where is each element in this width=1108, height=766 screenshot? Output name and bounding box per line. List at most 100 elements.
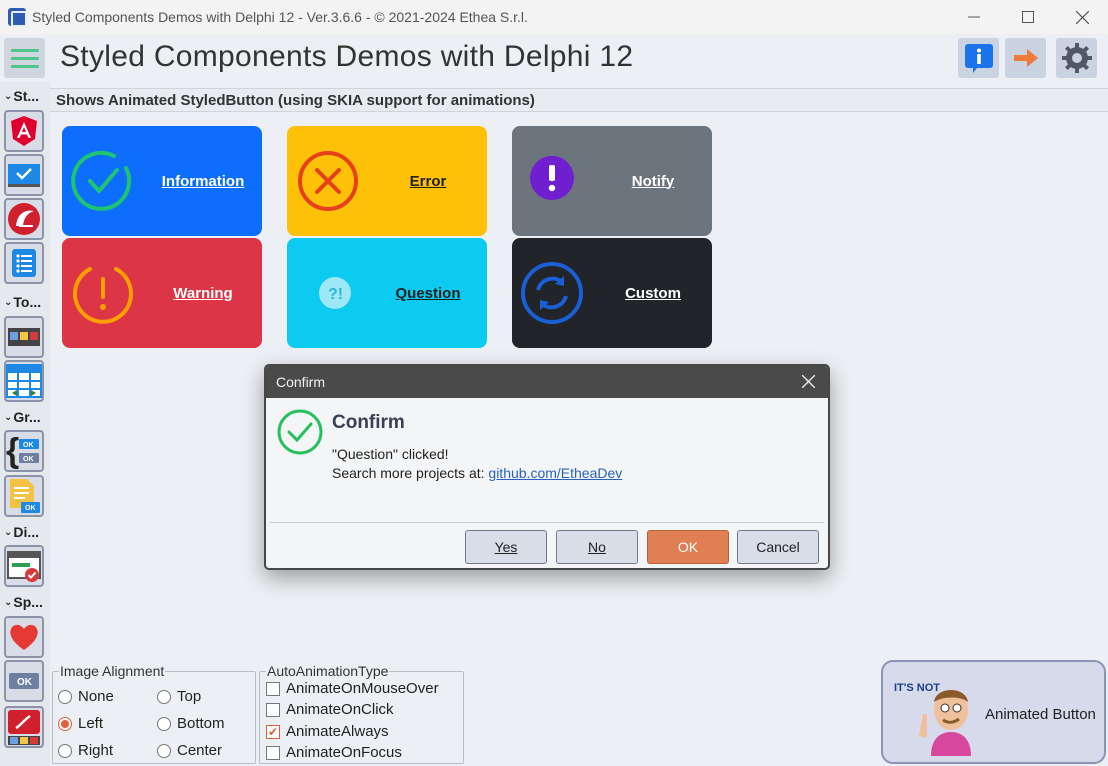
sidebar-category-label: Gr... <box>13 409 41 425</box>
information-button[interactable]: Information <box>62 126 262 236</box>
dialog-link[interactable]: github.com/EtheaDev <box>488 465 622 481</box>
radio-indicator <box>157 743 171 758</box>
dialog-close-button[interactable] <box>798 372 818 392</box>
sidebar-category-special[interactable]: ⌄ Sp... <box>4 591 48 613</box>
sidebar-category-dialogs[interactable]: ⌄ Di... <box>4 521 48 543</box>
svg-text:?!: ?! <box>328 286 343 303</box>
info-icon <box>964 44 993 73</box>
sidebar-category-label: Di... <box>13 524 40 540</box>
page-title: Styled Components Demos with Delphi 12 <box>60 40 634 73</box>
question-button[interactable]: ?! Question <box>287 238 487 348</box>
checkbox-animate-on-focus[interactable]: AnimateOnFocus <box>266 744 402 761</box>
warning-button-label: Warning <box>173 284 233 302</box>
auto-animation-title: AutoAnimationType <box>266 663 390 679</box>
sidebar-item-buttons-group[interactable]: { OK OK <box>4 430 44 472</box>
radio-label: Top <box>177 688 202 705</box>
warning-button[interactable]: Warning <box>62 238 262 348</box>
dialog-titlebar: Confirm <box>266 366 828 398</box>
animated-button-label: Animated Button <box>985 706 1096 723</box>
angular-icon <box>11 116 37 146</box>
sidebar-item-heart[interactable] <box>4 616 44 658</box>
checkbox-animate-always[interactable]: ✔ AnimateAlways <box>266 723 389 740</box>
ok-button[interactable]: OK <box>647 530 729 564</box>
sidebar-category-toolbar[interactable]: ⌄ To... <box>4 291 48 313</box>
custom-button[interactable]: Custom <box>512 238 712 348</box>
sidebar-item-angular[interactable] <box>4 110 44 152</box>
radio-label: Center <box>177 742 223 759</box>
notify-button-label: Notify <box>631 172 675 190</box>
checkbox-label: AnimateAlways <box>286 723 389 740</box>
checkbox-screen-icon <box>8 164 40 187</box>
radio-left[interactable]: Left <box>58 715 103 732</box>
notify-button[interactable]: Notify <box>512 126 712 236</box>
no-button-label: No <box>588 539 606 555</box>
exit-button[interactable] <box>1005 38 1046 78</box>
close-button[interactable] <box>1056 0 1108 34</box>
sidebar-item-list[interactable] <box>4 242 44 284</box>
warning-circle-icon <box>73 267 133 324</box>
sidebar-category-styled[interactable]: ⌄ St... <box>4 85 48 107</box>
cancel-button[interactable]: Cancel <box>737 530 819 564</box>
checkbox-animate-on-mouse-over[interactable]: AnimateOnMouseOver <box>266 680 439 697</box>
sidebar-item-dialog[interactable] <box>4 545 44 587</box>
minimize-button[interactable] <box>948 0 1000 34</box>
sidebar-category-label: St... <box>13 88 40 104</box>
radio-indicator <box>58 689 72 704</box>
checkmark-icon: ✔ <box>266 724 280 739</box>
hamburger-menu-button[interactable] <box>4 38 45 78</box>
checkbox-indicator <box>266 681 280 696</box>
checkbox-animate-on-click[interactable]: AnimateOnClick <box>266 701 394 718</box>
sidebar-item-document[interactable]: OK <box>4 475 44 517</box>
radio-right[interactable]: Right <box>58 742 113 759</box>
radio-indicator <box>58 743 72 758</box>
radio-none[interactable]: None <box>58 688 114 705</box>
sidebar-category-label: To... <box>13 294 42 310</box>
chevron-down-icon: ⌄ <box>4 90 13 102</box>
maximize-button[interactable] <box>1002 0 1054 34</box>
radio-top[interactable]: Top <box>157 688 201 705</box>
dialog-check-icon <box>7 551 41 582</box>
checkbox-label: AnimateOnMouseOver <box>286 680 439 697</box>
gear-icon <box>1061 43 1092 73</box>
radio-center[interactable]: Center <box>157 742 222 759</box>
sidebar-item-delphi[interactable] <box>4 198 44 240</box>
hamburger-icon-line <box>10 56 39 60</box>
radio-label: Bottom <box>177 715 225 732</box>
checkbox-label: AnimateOnFocus <box>286 744 402 761</box>
sidebar-item-ok-button[interactable]: OK <box>4 660 44 702</box>
yes-button[interactable]: Yes <box>465 530 547 564</box>
sidebar: ⌄ St... ⌄ To... ⌄ Gr... {OK OK OK ⌄ Di.… <box>0 82 50 766</box>
chevron-down-icon: ⌄ <box>4 596 13 608</box>
svg-text:OK: OK <box>23 456 34 463</box>
toolbar-icon <box>8 328 40 346</box>
sidebar-item-checkbox[interactable] <box>4 154 44 196</box>
error-button[interactable]: Error <box>287 126 487 236</box>
information-button-label: Information <box>161 172 245 190</box>
chevron-down-icon: ⌄ <box>4 526 13 538</box>
radio-bottom[interactable]: Bottom <box>157 715 225 732</box>
svg-text:OK: OK <box>17 677 33 688</box>
radio-indicator <box>157 716 171 731</box>
radio-label: None <box>78 688 114 705</box>
question-icon: ?! <box>319 277 351 309</box>
chevron-down-icon: ⌄ <box>4 296 13 308</box>
hamburger-icon-line <box>10 64 39 68</box>
dialog-link-prefix: Search more projects at: <box>332 465 489 481</box>
hamburger-icon <box>10 48 39 52</box>
no-button[interactable]: No <box>556 530 638 564</box>
animated-button[interactable]: IT'S NOT Animated Button <box>881 660 1106 764</box>
window-titlebar: Styled Components Demos with Delphi 12 -… <box>0 0 1108 34</box>
svg-text:{: { <box>6 433 19 469</box>
checkbox-indicator <box>266 745 280 760</box>
sidebar-item-toolbar[interactable] <box>4 316 44 358</box>
checkbox-label: AnimateOnClick <box>286 701 394 718</box>
info-button[interactable] <box>958 38 999 78</box>
document-ok-icon: OK <box>10 479 40 513</box>
sidebar-category-groups[interactable]: ⌄ Gr... <box>4 406 48 428</box>
sidebar-item-delphi-logo[interactable] <box>4 706 44 748</box>
radio-indicator <box>157 689 171 704</box>
settings-button[interactable] <box>1056 38 1097 78</box>
sidebar-item-grid[interactable] <box>4 360 44 402</box>
page-description: Shows Animated StyledButton (using SKIA … <box>50 88 1108 112</box>
checkbox-indicator <box>266 702 280 717</box>
